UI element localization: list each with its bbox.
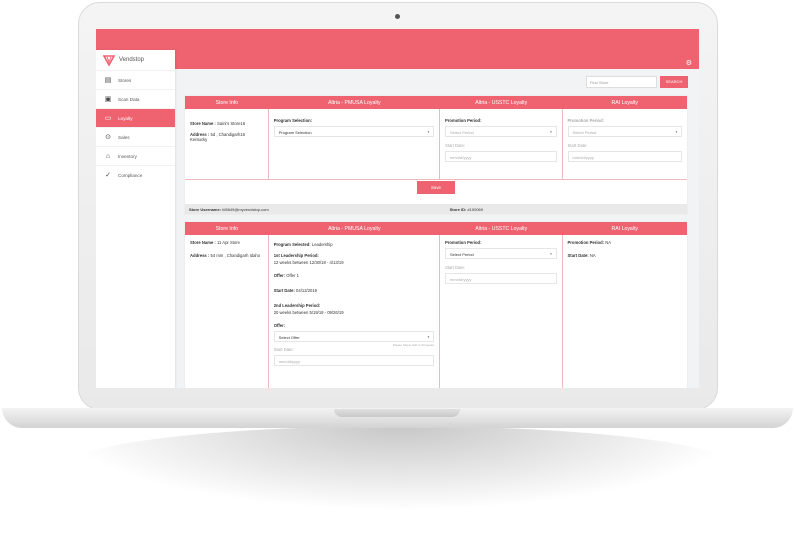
store-id: #100069 <box>467 207 483 212</box>
rai-promotion-value: NA <box>605 240 612 245</box>
search-input[interactable]: Find Store <box>586 76 657 88</box>
header-store-info: Store Info <box>215 225 239 232</box>
rai-start-value: NA <box>589 253 596 258</box>
usstc-start-date-input[interactable]: mm/dd/yyyy <box>444 273 557 284</box>
sidebar-item-label: Scan Data <box>118 96 140 102</box>
header-usstc: Altria - USSTC Loyalty <box>475 99 528 106</box>
rai-start-date-input[interactable]: mm/dd/yyyy <box>567 151 682 162</box>
rai-promotion-dropdown[interactable]: Select Period ▼ <box>567 126 682 137</box>
program-selection-dropdown[interactable]: Program Selection ▼ <box>273 126 434 137</box>
start1-value: 04/12/2019 <box>296 288 318 293</box>
usstc-promotion-dropdown[interactable]: Select Period ▼ <box>444 126 557 137</box>
store-id-label: Store ID: <box>449 207 467 212</box>
sidebar-item-stores[interactable]: ▤ Stores <box>96 70 175 89</box>
program-selection-label: Program Selection: <box>273 118 313 123</box>
card-header: Store Info Altria - PMUSA Loyalty Altria… <box>185 96 687 109</box>
store-card-2: Store Info Altria - PMUSA Loyalty Altria… <box>184 221 688 388</box>
chevron-down-icon: ▼ <box>549 252 553 256</box>
program-selection-value: Program Selection <box>278 130 312 135</box>
sidebar-item-loyalty[interactable]: ▭ Loyalty <box>96 108 175 127</box>
username-label: Store Username: <box>189 207 222 212</box>
store-name: 11 Apr Store <box>217 240 240 245</box>
dollar-icon: ⊙ <box>105 134 111 141</box>
usstc-promotion-dropdown[interactable]: Select Period ▼ <box>444 248 557 259</box>
brand-name: Vendstop <box>119 57 145 63</box>
usstc-promotion-label: Promotion Period: <box>444 118 482 123</box>
card-footer: Store Username: fd5649@myvendstop.com St… <box>185 204 687 214</box>
sidebar-item-label: Compliance <box>118 172 143 178</box>
chevron-down-icon: ▼ <box>427 130 430 134</box>
store-name: Saini's Store16 <box>217 121 246 126</box>
start2-date-input[interactable]: mm/dd/yyyy <box>273 355 434 366</box>
search-button[interactable]: SEARCH <box>660 76 688 88</box>
vendstop-logo-icon <box>103 55 115 66</box>
rai-promotion-label: Promotion Period: <box>567 240 605 245</box>
usstc-start-label: Start Date: <box>444 143 465 148</box>
warehouse-icon: ⌂ <box>105 152 111 160</box>
laptop-notch <box>334 409 460 417</box>
chevron-down-icon: ▼ <box>427 335 430 339</box>
start1-label: Start Date: <box>273 288 295 293</box>
rai-start-label: Start Date: <box>567 143 588 148</box>
period1-value: 12 weeks between 12/30/18 - 4/13/19 <box>273 260 344 265</box>
top-bar: ⚙ <box>96 29 699 69</box>
rai-promotion-value: Select Period <box>572 130 597 135</box>
header-pmusa: Altria - PMUSA Loyalty <box>328 225 381 232</box>
usstc-promotion-label: Promotion Period: <box>444 240 482 245</box>
address: 54 mm , Chandigarh Idaho <box>210 253 261 258</box>
brand-logo[interactable]: Vendstop <box>96 50 175 70</box>
offer1-label: Offer: <box>273 273 286 278</box>
rai-start-label: Start Date: <box>567 253 589 258</box>
sidebar-item-sales[interactable]: ⊙ Sales <box>96 127 175 146</box>
rai-promotion-label: Promotion Period: <box>567 118 605 123</box>
scan-icon: ▣ <box>104 96 112 103</box>
laptop-shadow <box>60 426 740 511</box>
card-header: Store Info Altria - PMUSA Loyalty Altria… <box>185 222 687 235</box>
chevron-down-icon: ▼ <box>549 130 553 134</box>
chevron-down-icon: ▼ <box>675 130 678 134</box>
offer2-select: Select Offer <box>278 335 300 340</box>
app-screen: ⚙ Vendstop ▤ Stores ▣ Scan Data ▭ Loyalty ⊙… <box>96 29 699 388</box>
period1-label: 1st Leadership Period: <box>273 253 319 258</box>
sidebar-item-label: Inventory <box>118 153 137 159</box>
store-icon: ▤ <box>104 77 112 84</box>
program-selected: Leadership <box>311 242 333 247</box>
sidebar-item-label: Loyalty <box>118 115 133 121</box>
camera-dot <box>395 14 400 19</box>
start2-label: Start Date: <box>273 347 294 352</box>
sidebar-item-label: Stores <box>118 77 132 83</box>
usstc-promotion-value: Select Period <box>449 130 474 135</box>
header-pmusa: Altria - PMUSA Loyalty <box>328 99 381 106</box>
usstc-promotion-value: Select Period <box>449 252 474 257</box>
store-name-label: Store Name : <box>190 240 216 245</box>
check-circle-icon: ✓ <box>105 172 111 179</box>
header-usstc: Altria - USSTC Loyalty <box>475 225 528 232</box>
header-rai: RAI Loyalty <box>611 99 639 106</box>
store-card-1: Store Info Altria - PMUSA Loyalty Altria… <box>184 95 688 215</box>
usstc-start-date-input[interactable]: mm/dd/yyyy <box>444 151 557 162</box>
card-icon: ▭ <box>104 115 112 122</box>
address-label: Address : <box>190 253 210 258</box>
header-rai: RAI Loyalty <box>611 225 639 232</box>
usstc-start-label: Start Date: <box>444 265 465 270</box>
offer2-label: Offer: <box>273 323 286 328</box>
period2-value: 20 weeks between 5/19/19 - 09/26/19 <box>273 310 344 315</box>
period2-label: 2nd Leadership Period: <box>273 303 321 308</box>
save-button[interactable]: Save <box>417 181 455 194</box>
gear-icon[interactable]: ⚙ <box>686 59 692 67</box>
sidebar-item-compliance[interactable]: ✓ Compliance <box>96 165 175 184</box>
sidebar-item-scan-data[interactable]: ▣ Scan Data <box>96 89 175 108</box>
offer1-value: Offer 1 <box>286 273 299 278</box>
header-store-info: Store Info <box>215 99 239 106</box>
sidebar-item-inventory[interactable]: ⌂ Inventory <box>96 146 175 165</box>
store-name-label: Store Name : <box>190 121 216 126</box>
sidebar-item-label: Sales <box>118 134 130 140</box>
program-selected-label: Program Selected: <box>273 242 311 247</box>
offer2-dropdown[interactable]: Select Offer ▼ <box>273 331 434 342</box>
sidebar: Vendstop ▤ Stores ▣ Scan Data ▭ Loyalty ⊙ Sa… <box>96 50 175 388</box>
username: fd5649@myvendstop.com <box>222 207 269 212</box>
